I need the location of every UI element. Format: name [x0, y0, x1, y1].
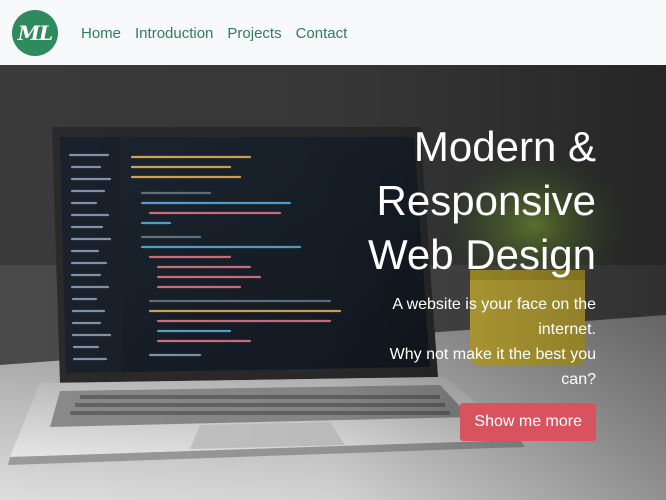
show-me-more-button[interactable]: Show me more: [460, 403, 596, 441]
nav-link-introduction[interactable]: Introduction: [135, 24, 213, 42]
page: ML Home Introduction Projects Contact Mo…: [0, 0, 666, 500]
brand-logo-text: ML: [17, 20, 53, 45]
nav-link-home[interactable]: Home: [81, 24, 121, 42]
nav-link-contact[interactable]: Contact: [296, 24, 348, 42]
hero-subtitle-line-1: A website is your face on the: [392, 296, 596, 313]
brand-logo[interactable]: ML: [12, 9, 58, 56]
navbar: ML Home Introduction Projects Contact: [0, 0, 666, 65]
hero-subtitle-line-2: internet.: [538, 321, 596, 338]
hero-title-line-1: Modern &: [413, 123, 596, 170]
hero-title: Modern & Responsive Web Design: [296, 120, 596, 282]
hero-content: Modern & Responsive Web Design A website…: [296, 120, 596, 441]
hero-subtitle-line-3: Why not make it the best you: [389, 346, 596, 363]
hero-subtitle-line-4: can?: [561, 371, 596, 388]
hero-subtitle: A website is your face on the internet. …: [296, 292, 596, 392]
nav-link-projects[interactable]: Projects: [227, 24, 281, 42]
hero-title-line-2: Responsive: [376, 177, 596, 224]
hero-title-line-3: Web Design: [367, 231, 596, 278]
hero-section: Modern & Responsive Web Design A website…: [0, 65, 666, 500]
nav-links: Home Introduction Projects Contact: [81, 24, 347, 42]
